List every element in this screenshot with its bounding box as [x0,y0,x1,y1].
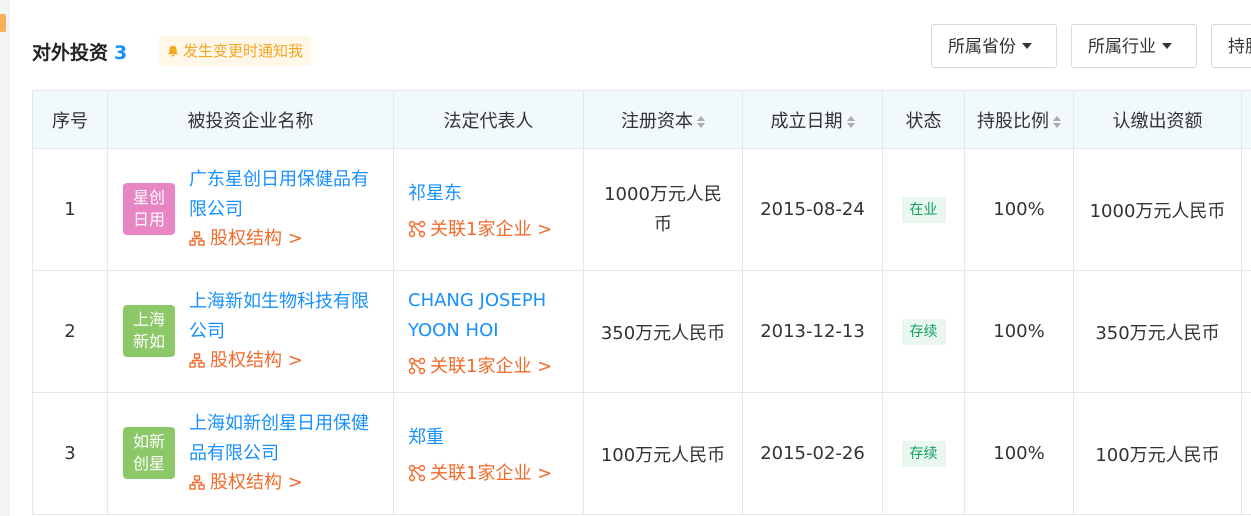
subscribed-cell: 1000万元人民币 [1073,148,1242,271]
filter-industry-dropdown[interactable]: 所属行业 [1071,24,1197,68]
equity-structure-link[interactable]: 股权结构 > [189,349,303,373]
header-capital[interactable]: 注册资本 [583,90,743,149]
status-cell: 存续 [882,392,965,515]
ratio-cell: 100% [964,392,1074,515]
header-representative: 法定代表人 [393,90,584,149]
header-ratio[interactable]: 持股比例 [964,90,1074,149]
related-companies-link[interactable]: 关联1家企业 > [408,215,583,241]
subscribed-cell: 350万元人民币 [1073,270,1242,393]
company-name-link[interactable]: 上海新如生物科技有限公司 [189,287,381,347]
org-chart-icon [189,231,205,246]
header-index: 序号 [32,90,108,149]
overflow-cell [1241,270,1251,393]
company-name-link[interactable]: 广东星创日用保健品有限公司 [189,165,381,225]
equity-structure-link[interactable]: 股权结构 > [189,227,303,251]
filter-label: 持股 [1228,37,1251,57]
company-name-link[interactable]: 上海如新创星日用保健品有限公司 [189,409,381,469]
table-row: 1 星创 日用 广东星创日用保健品有限公司 股权结构 > 祁星东 关联1家企业 >… [32,148,1251,271]
relation-graph-icon [408,357,426,374]
header-status: 状态 [882,90,965,149]
header-company: 被投资企业名称 [107,90,394,149]
relation-graph-icon [408,464,426,481]
org-chart-icon [189,353,205,368]
company-logo[interactable]: 上海 新如 [123,305,175,357]
date-cell: 2015-02-26 [742,392,883,515]
capital-cell: 100万元人民币 [583,392,743,515]
ratio-cell: 100% [964,148,1074,271]
representative-link[interactable]: 郑重 [408,423,583,453]
company-cell: 如新 创星 上海如新创星日用保健品有限公司 股权结构 > [107,392,394,515]
filter-holding-dropdown[interactable]: 持股 [1211,24,1251,68]
row-index: 1 [32,148,108,271]
header-overflow [1241,90,1251,149]
row-index: 3 [32,392,108,515]
status-cell: 在业 [882,148,965,271]
status-badge: 在业 [901,196,946,223]
ratio-cell: 100% [964,270,1074,393]
status-badge: 存续 [901,318,946,345]
section-count: 3 [114,42,128,64]
filter-province-dropdown[interactable]: 所属省份 [931,24,1057,68]
related-companies-link[interactable]: 关联1家企业 > [408,459,583,485]
status-badge: 存续 [901,440,946,467]
equity-structure-link[interactable]: 股权结构 > [189,471,303,495]
investment-table: 序号 被投资企业名称 法定代表人 注册资本 成立日期 状态 持股比例 认缴出资额… [32,90,1251,515]
bell-icon [168,45,178,57]
company-cell: 上海 新如 上海新如生物科技有限公司 股权结构 > [107,270,394,393]
capital-cell: 1000万元人民币 [583,148,743,271]
representative-link[interactable]: 祁星东 [408,179,583,209]
date-cell: 2013-12-13 [742,270,883,393]
header-date[interactable]: 成立日期 [742,90,883,149]
status-cell: 存续 [882,270,965,393]
company-cell: 星创 日用 广东星创日用保健品有限公司 股权结构 > [107,148,394,271]
sort-icon [1053,115,1061,128]
notify-button[interactable]: 发生变更时通知我 [159,36,312,66]
caret-down-icon [1022,43,1032,49]
date-cell: 2015-08-24 [742,148,883,271]
sort-icon [846,115,855,128]
table-row: 2 上海 新如 上海新如生物科技有限公司 股权结构 > CHANG JOSEPH … [32,270,1251,393]
left-accent-mark [0,14,6,32]
table-header-row: 序号 被投资企业名称 法定代表人 注册资本 成立日期 状态 持股比例 认缴出资额 [32,90,1251,149]
overflow-cell [1241,148,1251,271]
relation-graph-icon [408,220,426,237]
related-companies-link[interactable]: 关联1家企业 > [408,352,583,378]
notify-label: 发生变更时通知我 [183,42,304,60]
representative-link[interactable]: CHANG JOSEPH YOON HOI [408,286,568,346]
company-logo[interactable]: 星创 日用 [123,183,175,235]
representative-cell: CHANG JOSEPH YOON HOI 关联1家企业 > [393,270,584,393]
section-title: 对外投资 3 [32,38,127,65]
row-index: 2 [32,270,108,393]
representative-cell: 郑重 关联1家企业 > [393,392,584,515]
capital-cell: 350万元人民币 [583,270,743,393]
caret-down-icon [1162,43,1172,49]
overflow-cell [1241,392,1251,515]
section-title-text: 对外投资 [32,42,109,64]
table-row: 3 如新 创星 上海如新创星日用保健品有限公司 股权结构 > 郑重 关联1家企业 … [32,392,1251,515]
representative-cell: 祁星东 关联1家企业 > [393,148,584,271]
subscribed-cell: 100万元人民币 [1073,392,1242,515]
left-panel-edge [0,0,10,516]
filter-label: 所属行业 [1088,37,1156,57]
sort-icon [697,115,705,128]
company-logo[interactable]: 如新 创星 [123,427,175,479]
org-chart-icon [189,475,205,490]
filter-label: 所属省份 [948,37,1016,57]
header-subscribed: 认缴出资额 [1073,90,1242,149]
